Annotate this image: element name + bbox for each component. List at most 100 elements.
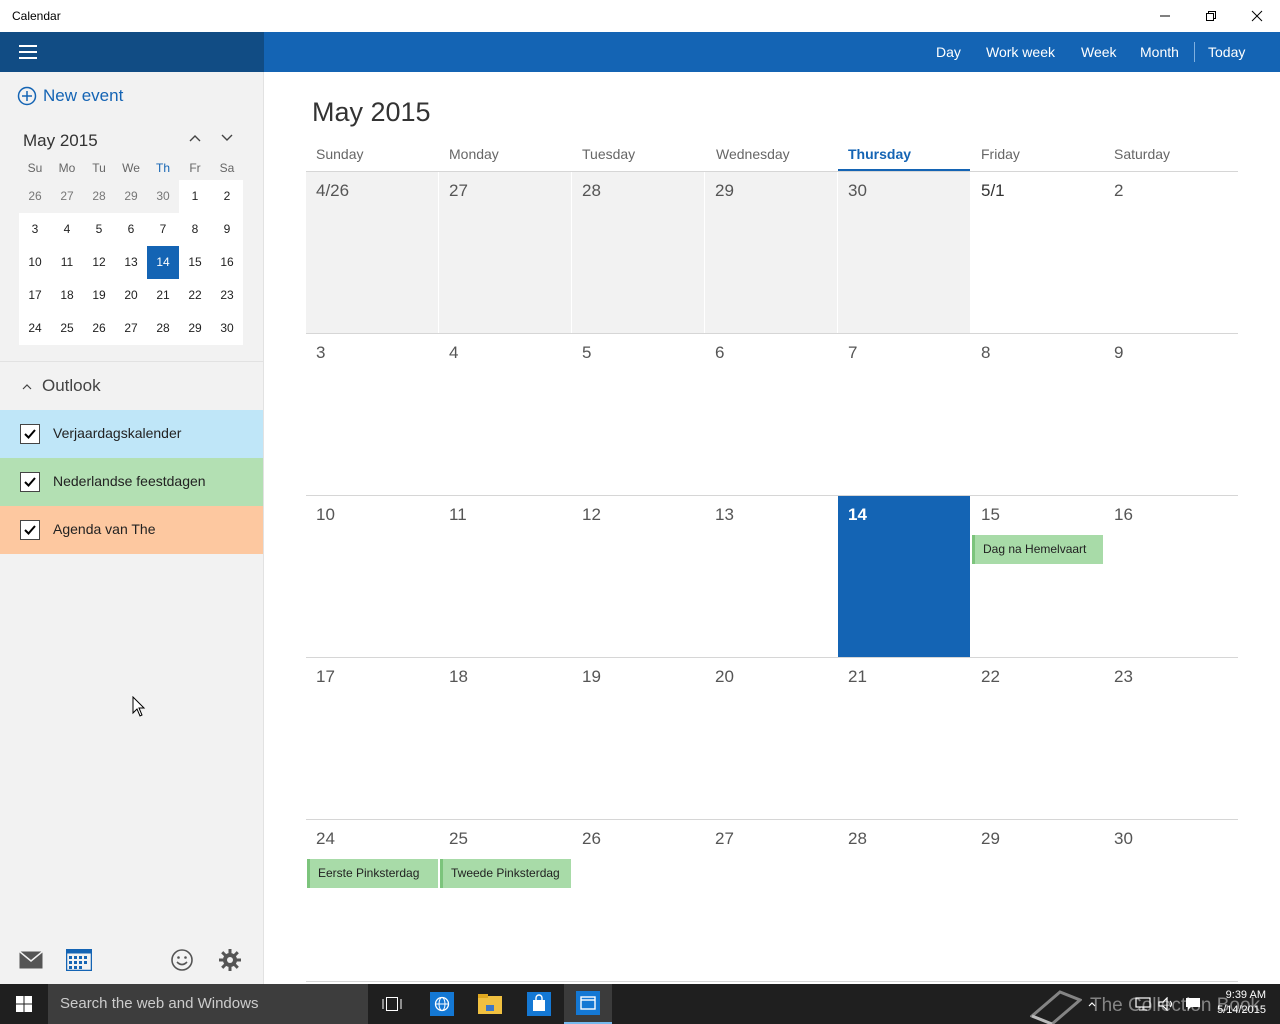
new-event-button[interactable]: New event: [17, 84, 123, 108]
calendar-event[interactable]: Eerste Pinksterdag: [307, 859, 438, 888]
mini-day-cell[interactable]: 16: [211, 246, 243, 279]
show-hidden-icons-button[interactable]: [1084, 984, 1100, 1024]
network-tray-button[interactable]: [1132, 984, 1154, 1024]
day-cell[interactable]: 29: [705, 172, 837, 334]
mini-day-cell[interactable]: 26: [83, 312, 115, 345]
day-cell[interactable]: 21: [838, 658, 970, 820]
mail-app-button[interactable]: [17, 946, 45, 974]
mini-day-cell[interactable]: 24: [19, 312, 51, 345]
mini-day-cell[interactable]: 4: [51, 213, 83, 246]
mini-day-cell[interactable]: 20: [115, 279, 147, 312]
day-cell[interactable]: 26: [572, 820, 704, 982]
mini-day-cell[interactable]: 11: [51, 246, 83, 279]
mini-day-cell[interactable]: 14: [147, 246, 179, 279]
hamburger-menu-button[interactable]: [14, 42, 42, 62]
mini-day-cell[interactable]: 5: [83, 213, 115, 246]
day-cell[interactable]: 30: [838, 172, 970, 334]
day-cell[interactable]: 19: [572, 658, 704, 820]
action-center-button[interactable]: [1182, 984, 1204, 1024]
mini-day-cell[interactable]: 28: [83, 180, 115, 213]
day-cell[interactable]: 27: [705, 820, 837, 982]
taskbar-search-box[interactable]: Search the web and Windows: [48, 984, 368, 1024]
view-day-button[interactable]: Day: [936, 32, 961, 72]
calendar-event[interactable]: Tweede Pinksterdag: [440, 859, 571, 888]
mini-day-cell[interactable]: 26: [19, 180, 51, 213]
day-cell[interactable]: 17: [306, 658, 438, 820]
mini-day-cell[interactable]: 2: [211, 180, 243, 213]
day-cell[interactable]: 5: [572, 334, 704, 496]
mini-day-cell[interactable]: 18: [51, 279, 83, 312]
minimize-button[interactable]: [1142, 0, 1188, 32]
day-cell[interactable]: 7: [838, 334, 970, 496]
day-cell[interactable]: 14: [838, 496, 970, 658]
day-cell[interactable]: 18: [439, 658, 571, 820]
day-cell[interactable]: 24: [306, 820, 438, 982]
day-cell[interactable]: 22: [971, 658, 1103, 820]
taskbar-calendar-button[interactable]: [564, 984, 612, 1024]
calendar-checkbox[interactable]: [20, 472, 40, 492]
day-cell[interactable]: 30: [1104, 820, 1238, 982]
calendar-item-nederlandse-feestdagen[interactable]: Nederlandse feestdagen: [0, 458, 263, 506]
taskbar-file-explorer-button[interactable]: [466, 984, 514, 1024]
mini-day-cell[interactable]: 13: [115, 246, 147, 279]
mini-day-cell[interactable]: 30: [147, 180, 179, 213]
mini-day-cell[interactable]: 28: [147, 312, 179, 345]
mini-day-cell[interactable]: 25: [51, 312, 83, 345]
mini-day-cell[interactable]: 23: [211, 279, 243, 312]
mini-day-cell[interactable]: 10: [19, 246, 51, 279]
close-button[interactable]: [1234, 0, 1280, 32]
view-work-week-button[interactable]: Work week: [986, 32, 1055, 72]
calendar-item-agenda-van-the[interactable]: Agenda van The: [0, 506, 263, 554]
view-week-button[interactable]: Week: [1081, 32, 1117, 72]
calendar-checkbox[interactable]: [20, 424, 40, 444]
today-button[interactable]: Today: [1208, 32, 1245, 72]
day-cell[interactable]: 23: [1104, 658, 1238, 820]
mini-next-month-button[interactable]: [217, 128, 237, 148]
mini-day-cell[interactable]: 8: [179, 213, 211, 246]
mini-day-cell[interactable]: 15: [179, 246, 211, 279]
mini-day-cell[interactable]: 12: [83, 246, 115, 279]
taskbar-browser-button[interactable]: [418, 984, 466, 1024]
account-header-outlook[interactable]: Outlook: [22, 376, 101, 396]
mini-day-cell[interactable]: 22: [179, 279, 211, 312]
day-cell[interactable]: 3: [306, 334, 438, 496]
task-view-button[interactable]: [368, 984, 416, 1024]
day-cell[interactable]: 5/1: [971, 172, 1103, 334]
mini-day-cell[interactable]: 3: [19, 213, 51, 246]
day-cell[interactable]: 10: [306, 496, 438, 658]
mini-day-cell[interactable]: 19: [83, 279, 115, 312]
mini-day-cell[interactable]: 6: [115, 213, 147, 246]
settings-button[interactable]: [216, 946, 244, 974]
day-cell[interactable]: 25: [439, 820, 571, 982]
day-cell[interactable]: 11: [439, 496, 571, 658]
day-cell[interactable]: 4/26: [306, 172, 438, 334]
mini-day-cell[interactable]: 21: [147, 279, 179, 312]
day-cell[interactable]: 28: [572, 172, 704, 334]
calendar-item-verjaardagskalender[interactable]: Verjaardagskalender: [0, 410, 263, 458]
day-cell[interactable]: 27: [439, 172, 571, 334]
taskbar-store-button[interactable]: [515, 984, 563, 1024]
day-cell[interactable]: 12: [572, 496, 704, 658]
calendar-checkbox[interactable]: [20, 520, 40, 540]
mini-day-cell[interactable]: 29: [179, 312, 211, 345]
day-cell[interactable]: 15: [971, 496, 1103, 658]
view-month-button[interactable]: Month: [1140, 32, 1179, 72]
day-cell[interactable]: 4: [439, 334, 571, 496]
mini-day-cell[interactable]: 27: [115, 312, 147, 345]
day-cell[interactable]: 6: [705, 334, 837, 496]
mini-day-cell[interactable]: 17: [19, 279, 51, 312]
day-cell[interactable]: 16: [1104, 496, 1238, 658]
calendar-event[interactable]: Dag na Hemelvaart: [972, 535, 1103, 564]
mini-day-cell[interactable]: 1: [179, 180, 211, 213]
day-cell[interactable]: 28: [838, 820, 970, 982]
mini-day-cell[interactable]: 9: [211, 213, 243, 246]
day-cell[interactable]: 2: [1104, 172, 1238, 334]
mini-day-cell[interactable]: 27: [51, 180, 83, 213]
day-cell[interactable]: 8: [971, 334, 1103, 496]
day-cell[interactable]: 20: [705, 658, 837, 820]
feedback-button[interactable]: [168, 946, 196, 974]
day-cell[interactable]: 9: [1104, 334, 1238, 496]
mini-day-cell[interactable]: 30: [211, 312, 243, 345]
restore-button[interactable]: [1188, 0, 1234, 32]
volume-tray-button[interactable]: [1156, 984, 1178, 1024]
